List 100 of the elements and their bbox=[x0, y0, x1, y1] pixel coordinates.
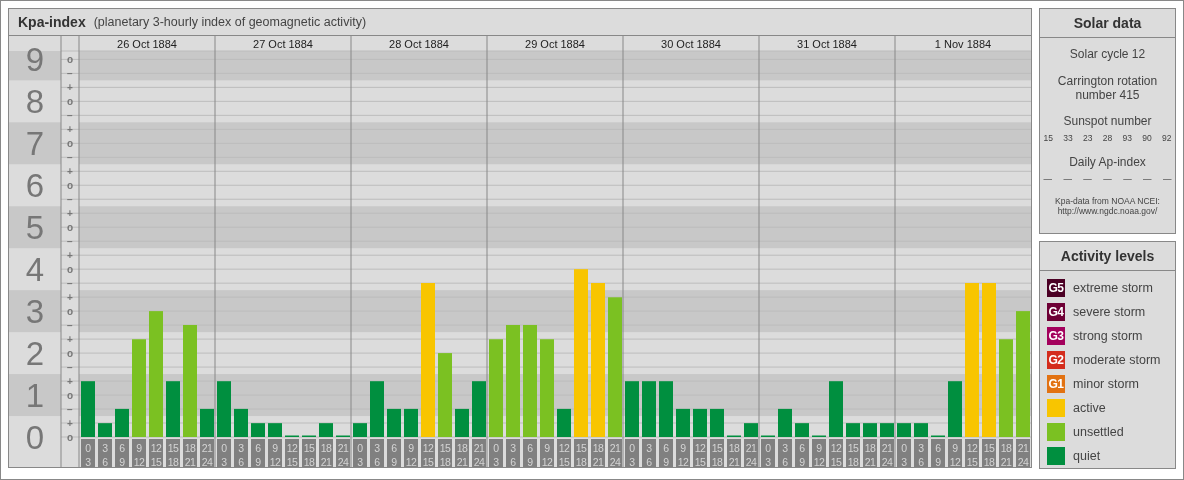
x-tick-label: 6 9 bbox=[527, 441, 534, 468]
x-tick-label: 3 6 bbox=[510, 441, 517, 468]
time-slot-label: 21 24 bbox=[608, 438, 622, 467]
minor-tick-label: − bbox=[67, 67, 73, 79]
time-slot-label: 9 12 bbox=[812, 438, 826, 467]
time-slot-label: 18 21 bbox=[591, 438, 605, 467]
time-slot-label: 12 15 bbox=[829, 438, 843, 467]
sunspot-value: 33 bbox=[1063, 133, 1073, 143]
kp-bar bbox=[863, 423, 877, 437]
minor-tick-label: − bbox=[67, 403, 73, 415]
y-tick-label: 8 bbox=[25, 83, 45, 121]
x-tick-label: 0 3 bbox=[629, 441, 636, 468]
time-slot-label: 9 12 bbox=[268, 438, 282, 467]
y-tick-label: 0 bbox=[25, 418, 45, 456]
time-slot-label: 3 6 bbox=[778, 438, 792, 467]
time-slot-label: 0 3 bbox=[353, 438, 367, 467]
time-slot-label: 6 9 bbox=[795, 438, 809, 467]
kp-bar bbox=[200, 408, 214, 437]
x-tick-label: 0 3 bbox=[85, 441, 92, 468]
minor-tick-label: + bbox=[67, 333, 73, 345]
kp-bar bbox=[98, 423, 112, 437]
time-slot-label: 12 15 bbox=[421, 438, 435, 467]
axis-stripe bbox=[9, 50, 61, 81]
kp-bar bbox=[404, 408, 418, 437]
x-tick-label: 3 6 bbox=[374, 441, 381, 468]
ap-index-value: — bbox=[1043, 174, 1052, 184]
minor-tick-label: − bbox=[67, 277, 73, 289]
time-slot-label: 0 3 bbox=[81, 438, 95, 467]
time-slot-label: 12 15 bbox=[149, 438, 163, 467]
kp-bar bbox=[659, 381, 673, 437]
x-tick-label: 3 6 bbox=[918, 441, 925, 468]
level-label: extreme storm bbox=[1073, 281, 1153, 295]
kp-bar bbox=[81, 381, 95, 437]
time-slot-label: 3 6 bbox=[370, 438, 384, 467]
time-slot-label: 3 6 bbox=[914, 438, 928, 467]
minor-tick-label: − bbox=[67, 151, 73, 163]
time-slot-label: 18 21 bbox=[319, 438, 333, 467]
kp-bar bbox=[370, 381, 384, 437]
time-slot-label: 0 3 bbox=[625, 438, 639, 467]
kp-bar bbox=[387, 408, 401, 437]
level-label: minor storm bbox=[1073, 377, 1139, 391]
time-slot-label: 12 15 bbox=[965, 438, 979, 467]
panel-title: Activity levels bbox=[1040, 242, 1175, 271]
time-slot-label: 15 18 bbox=[574, 438, 588, 467]
kp-bar bbox=[778, 408, 792, 437]
x-tick-label: 6 9 bbox=[663, 441, 670, 468]
minor-tick-label: o bbox=[66, 305, 74, 317]
minor-tick-label: − bbox=[67, 109, 73, 121]
minor-tick-label: o bbox=[66, 53, 74, 65]
time-slot-label: 18 21 bbox=[999, 438, 1013, 467]
time-slot-label: 18 21 bbox=[183, 438, 197, 467]
time-slot-label: 12 15 bbox=[693, 438, 707, 467]
time-slot-label: 3 6 bbox=[506, 438, 520, 467]
time-slot-label: 18 21 bbox=[727, 438, 741, 467]
kp-bar bbox=[880, 423, 894, 437]
time-slot-label: 3 6 bbox=[642, 438, 656, 467]
ap-index-value: — bbox=[1083, 174, 1092, 184]
kp-bar bbox=[829, 381, 843, 437]
minor-tick-label: + bbox=[67, 123, 73, 135]
level-label: severe storm bbox=[1073, 305, 1146, 319]
sunspot-value: 28 bbox=[1102, 133, 1113, 143]
carrington-text: Carrington rotation number 415 bbox=[1056, 74, 1159, 102]
time-slot-label: 6 9 bbox=[659, 438, 673, 467]
time-slot-label: 15 18 bbox=[302, 438, 316, 467]
date-label: 29 Oct 1884 bbox=[525, 37, 585, 50]
x-tick-label: 6 9 bbox=[391, 441, 398, 468]
x-tick-label: 3 6 bbox=[238, 441, 245, 468]
level-badge: G4 bbox=[1047, 303, 1065, 321]
time-slot-label: 21 24 bbox=[200, 438, 214, 467]
axis-stripe bbox=[9, 206, 61, 249]
minor-tick-label: o bbox=[66, 221, 74, 233]
x-tick-label: 0 3 bbox=[221, 441, 228, 468]
solar-cycle-text: Solar cycle 12 bbox=[1068, 47, 1147, 61]
time-slot-label: 3 6 bbox=[98, 438, 112, 467]
time-slot-label: 12 15 bbox=[557, 438, 571, 467]
y-tick-label: 6 bbox=[25, 167, 45, 205]
time-slot-label: 9 12 bbox=[540, 438, 554, 467]
kp-bar bbox=[795, 423, 809, 437]
level-label: active bbox=[1073, 401, 1106, 415]
time-slot-label: 18 21 bbox=[863, 438, 877, 467]
time-slot-label: 0 3 bbox=[217, 438, 231, 467]
kp-bar bbox=[234, 408, 248, 437]
minor-tick-label: + bbox=[67, 207, 73, 219]
x-tick-label: 6 9 bbox=[799, 441, 806, 468]
time-slot-label: 15 18 bbox=[438, 438, 452, 467]
kp-bar bbox=[166, 381, 180, 437]
axis-stripe bbox=[9, 290, 61, 333]
minor-tick-label: − bbox=[67, 235, 73, 247]
time-slot-label: 12 15 bbox=[285, 438, 299, 467]
time-slot-label: 9 12 bbox=[132, 438, 146, 467]
minor-tick-label: o bbox=[66, 95, 74, 107]
kp-bar bbox=[625, 381, 639, 437]
minor-tick-label: o bbox=[66, 389, 74, 401]
x-tick-label: 0 3 bbox=[901, 441, 908, 468]
minor-tick-label: o bbox=[66, 347, 74, 359]
panel-subtitle: (planetary 3-hourly index of geomagnetic activity) bbox=[93, 14, 367, 29]
x-tick-label: 6 9 bbox=[255, 441, 262, 468]
minor-tick-label: − bbox=[67, 319, 73, 331]
panel-title: Kpa-index bbox=[18, 13, 86, 30]
date-label: 26 Oct 1884 bbox=[117, 37, 177, 50]
